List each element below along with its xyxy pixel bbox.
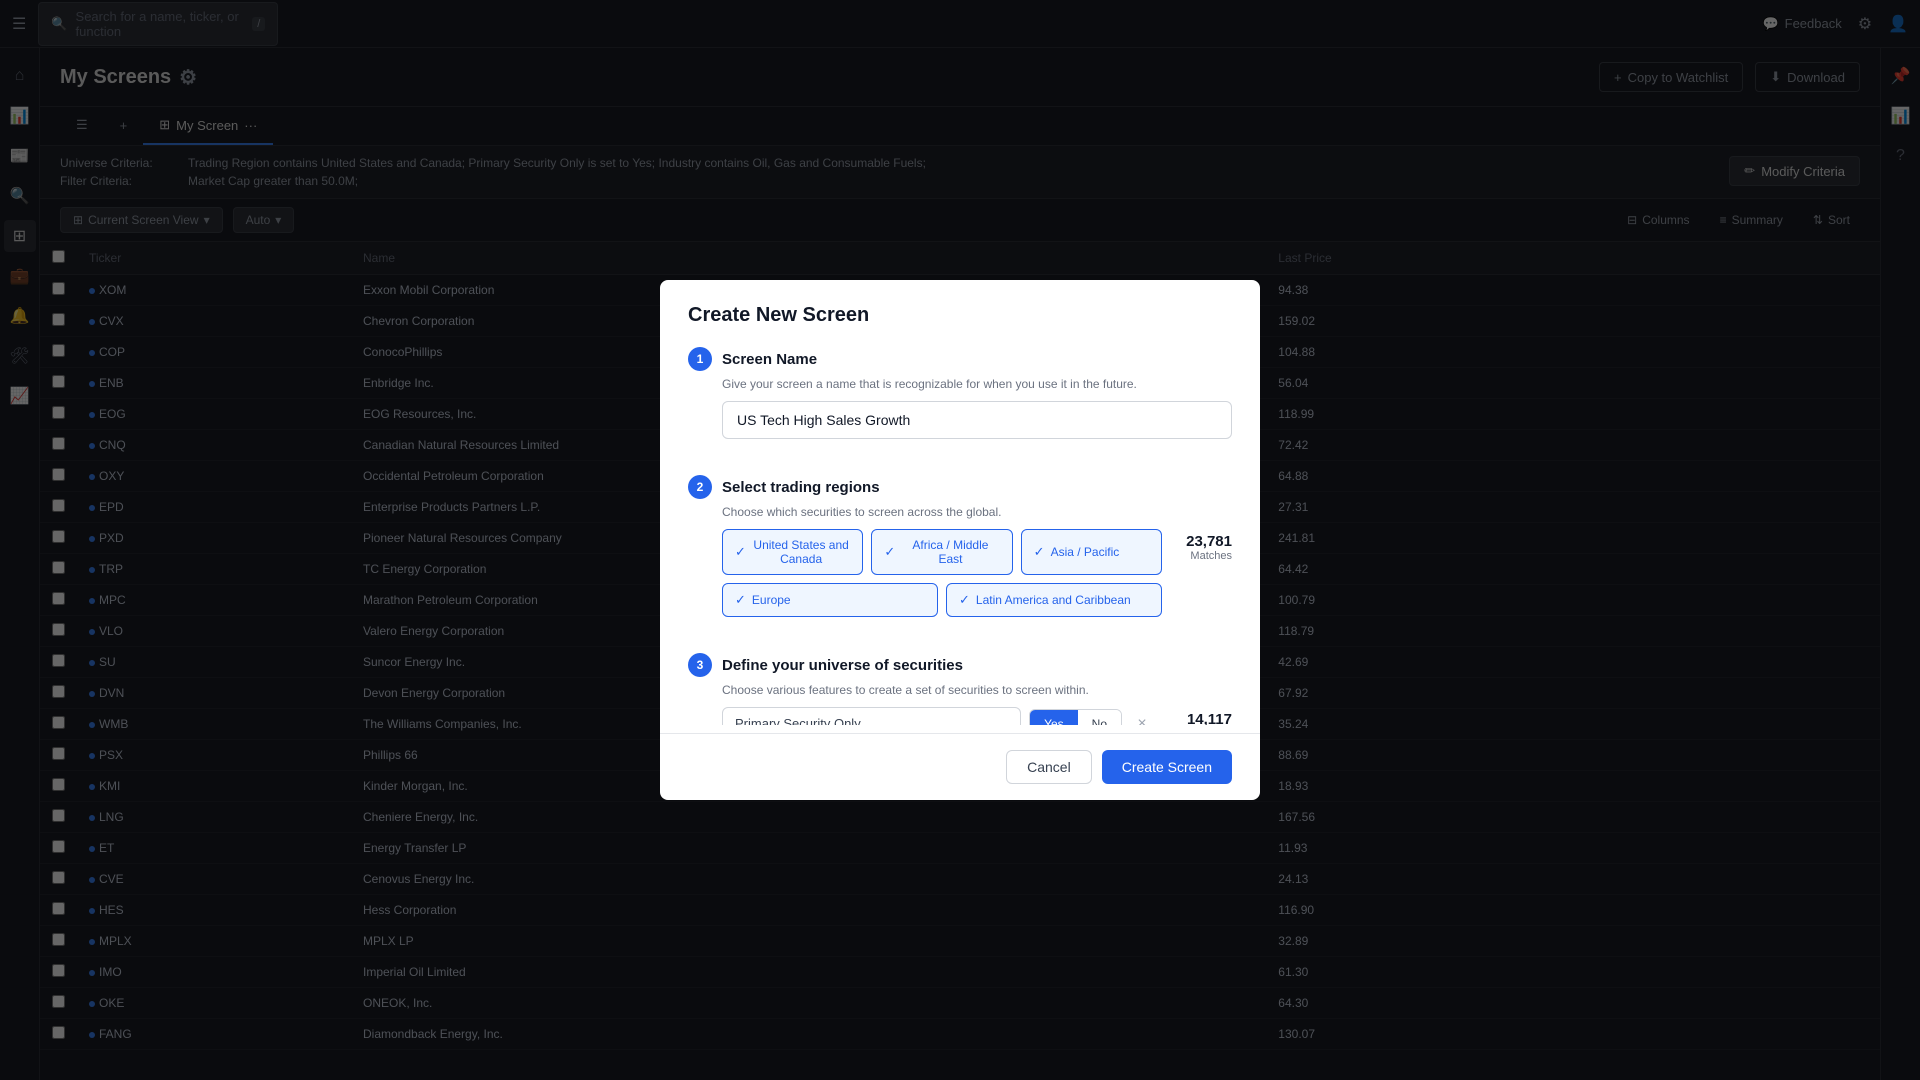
modal-title: Create New Screen: [688, 304, 1232, 327]
region-us-canada[interactable]: ✓ United States and Canada: [722, 529, 863, 575]
check-icon-2: ✓: [884, 544, 895, 560]
modal-overlay: Create New Screen 1 Screen Name Give you…: [0, 0, 1920, 1080]
region-asia-label: Asia / Pacific: [1051, 545, 1120, 559]
step-2-matches: 23,781 Matches: [1162, 529, 1232, 562]
region-europe-label: Europe: [752, 593, 791, 607]
step-1-header: 1 Screen Name: [688, 347, 1232, 371]
modal-header: Create New Screen: [660, 280, 1260, 331]
region-latin-america[interactable]: ✓ Latin America and Caribbean: [946, 583, 1162, 617]
step-2-matches-count: 23,781: [1162, 533, 1232, 550]
no-button[interactable]: No: [1078, 710, 1121, 726]
region-asia-pacific[interactable]: ✓ Asia / Pacific: [1021, 529, 1162, 575]
primary-security-matches: 14,117 Matches: [1162, 707, 1232, 725]
step-1-description: Give your screen a name that is recogniz…: [688, 377, 1232, 391]
yes-button[interactable]: Yes: [1030, 710, 1078, 726]
check-icon-3: ✓: [1034, 544, 1045, 560]
check-icon-4: ✓: [735, 592, 746, 608]
regions-row-1: ✓ United States and Canada ✓ Africa / Mi…: [722, 529, 1162, 575]
create-screen-modal: Create New Screen 1 Screen Name Give you…: [660, 280, 1260, 800]
step-1-title: Screen Name: [722, 351, 817, 368]
primary-security-count: 14,117: [1162, 711, 1232, 725]
step-2-number: 2: [688, 475, 712, 499]
modal-footer: Cancel Create Screen: [660, 733, 1260, 800]
step-3-title: Define your universe of securities: [722, 657, 963, 674]
primary-security-row: Primary Security Only Yes No × 14,117 Ma…: [688, 707, 1232, 725]
step-3-number: 3: [688, 653, 712, 677]
modal-body: 1 Screen Name Give your screen a name th…: [660, 331, 1260, 725]
yes-no-group: Yes No: [1029, 709, 1122, 726]
step-2-content: ✓ United States and Canada ✓ Africa / Mi…: [688, 529, 1232, 617]
regions-row-2: ✓ Europe ✓ Latin America and Caribbean: [722, 583, 1162, 617]
remove-primary-security-button[interactable]: ×: [1130, 712, 1154, 726]
region-us-canada-label: United States and Canada: [752, 538, 850, 566]
step-3-description: Choose various features to create a set …: [688, 683, 1232, 697]
step-1-number: 1: [688, 347, 712, 371]
step-1: 1 Screen Name Give your screen a name th…: [688, 331, 1232, 439]
region-africa-label: Africa / Middle East: [901, 538, 999, 566]
step-2-description: Choose which securities to screen across…: [688, 505, 1232, 519]
step-3-header: 3 Define your universe of securities: [688, 653, 1232, 677]
check-icon: ✓: [735, 544, 746, 560]
region-latin-label: Latin America and Caribbean: [976, 593, 1131, 607]
region-africa-middle-east[interactable]: ✓ Africa / Middle East: [871, 529, 1012, 575]
step-2-header: 2 Select trading regions: [688, 475, 1232, 499]
step-2-title: Select trading regions: [722, 479, 880, 496]
step-3: 3 Define your universe of securities Cho…: [688, 637, 1232, 725]
step-2: 2 Select trading regions Choose which se…: [688, 459, 1232, 617]
create-screen-button[interactable]: Create Screen: [1102, 750, 1232, 784]
step-2-matches-label: Matches: [1162, 550, 1232, 562]
region-europe[interactable]: ✓ Europe: [722, 583, 938, 617]
check-icon-5: ✓: [959, 592, 970, 608]
regions-container: ✓ United States and Canada ✓ Africa / Mi…: [688, 529, 1162, 617]
primary-security-label: Primary Security Only: [722, 707, 1021, 725]
cancel-button[interactable]: Cancel: [1006, 750, 1092, 784]
screen-name-input[interactable]: [722, 401, 1232, 439]
